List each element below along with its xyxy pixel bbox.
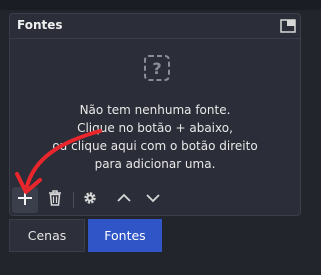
empty-line-4: para adicionar uma.: [94, 157, 216, 171]
toolbar-separator: [73, 192, 74, 208]
sources-toolbar: [9, 186, 301, 216]
svg-text:?: ?: [152, 59, 161, 78]
dock-tabs: Cenas Fontes: [0, 216, 321, 252]
empty-state-message[interactable]: Não tem nenhuma fonte. Clique no botão +…: [10, 101, 300, 173]
bottom-strip: [0, 252, 321, 275]
move-source-up-button[interactable]: [111, 187, 137, 213]
tab-cenas[interactable]: Cenas: [9, 219, 85, 252]
dock-header: Fontes: [10, 14, 300, 39]
empty-line-2: Clique no botão + abaixo,: [77, 121, 233, 135]
chevron-up-icon: [116, 190, 132, 210]
plus-icon: [17, 190, 33, 210]
move-source-down-button[interactable]: [140, 187, 166, 213]
question-icon: ?: [143, 54, 171, 82]
source-properties-button[interactable]: [77, 187, 103, 213]
tab-fontes[interactable]: Fontes: [88, 219, 162, 252]
empty-line-3: ou clique aqui com o botão direito: [52, 139, 258, 153]
gear-icon: [82, 190, 98, 210]
dock-title: Fontes: [17, 18, 63, 32]
top-strip: [0, 0, 321, 10]
add-source-button[interactable]: [12, 187, 38, 213]
remove-source-button[interactable]: [42, 187, 68, 213]
chevron-down-icon: [145, 190, 161, 210]
undock-icon[interactable]: [279, 17, 297, 35]
trash-icon: [47, 189, 63, 211]
empty-line-1: Não tem nenhuma fonte.: [79, 103, 231, 117]
